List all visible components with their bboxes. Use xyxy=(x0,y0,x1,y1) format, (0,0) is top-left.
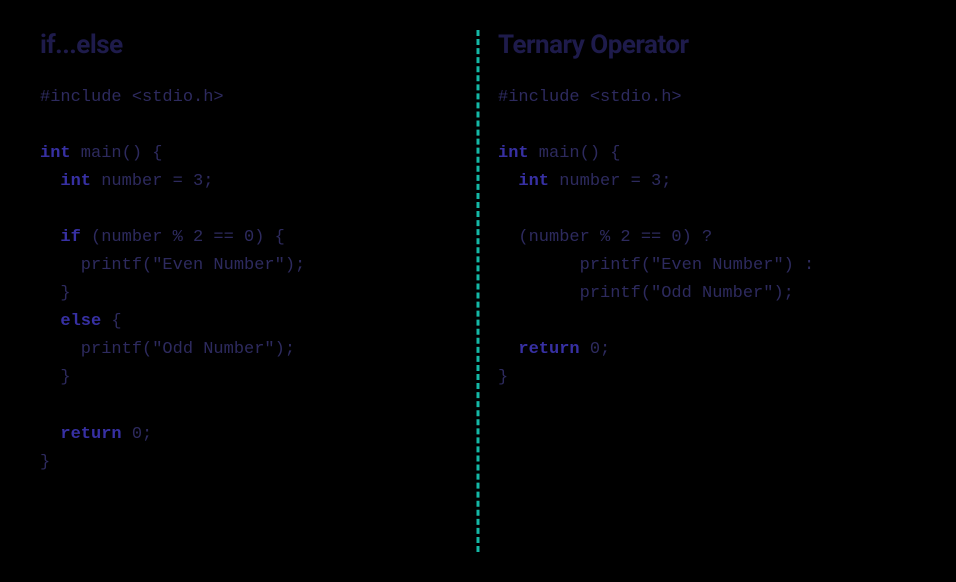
keyword-return: return xyxy=(518,340,579,359)
comparison-container: if...else #include <stdio.h> int main() … xyxy=(0,0,956,582)
code-line: #include <stdio.h> xyxy=(40,88,224,107)
keyword-if: if xyxy=(60,228,80,247)
code-indent xyxy=(40,312,60,331)
if-else-panel: if...else #include <stdio.h> int main() … xyxy=(40,30,458,552)
code-text: main() { xyxy=(71,144,163,163)
ternary-panel: Ternary Operator #include <stdio.h> int … xyxy=(458,30,916,552)
keyword-return: return xyxy=(60,425,121,444)
code-line: } xyxy=(40,368,71,387)
code-line: printf("Odd Number"); xyxy=(498,284,794,303)
keyword-int: int xyxy=(40,144,71,163)
code-line: printf("Odd Number"); xyxy=(40,340,295,359)
keyword-else: else xyxy=(60,312,101,331)
if-else-code: #include <stdio.h> int main() { int numb… xyxy=(40,84,438,477)
code-text: (number % 2 == 0) { xyxy=(81,228,285,247)
code-text: 0; xyxy=(122,425,153,444)
code-line: (number % 2 == 0) ? xyxy=(498,228,712,247)
code-text: main() { xyxy=(529,144,621,163)
code-indent xyxy=(498,172,518,191)
code-line: } xyxy=(40,453,50,472)
code-text: number = 3; xyxy=(549,172,671,191)
code-text: number = 3; xyxy=(91,172,213,191)
code-text: 0; xyxy=(580,340,611,359)
code-indent xyxy=(40,228,60,247)
code-indent xyxy=(40,172,60,191)
ternary-code: #include <stdio.h> int main() { int numb… xyxy=(498,84,896,393)
if-else-heading: if...else xyxy=(40,30,438,60)
code-line: printf("Even Number"); xyxy=(40,256,305,275)
code-indent xyxy=(498,340,518,359)
keyword-int: int xyxy=(518,172,549,191)
code-indent xyxy=(40,425,60,444)
code-line: } xyxy=(40,284,71,303)
keyword-int: int xyxy=(498,144,529,163)
code-line: #include <stdio.h> xyxy=(498,88,682,107)
code-line: printf("Even Number") : xyxy=(498,256,814,275)
keyword-int: int xyxy=(60,172,91,191)
code-line: } xyxy=(498,368,508,387)
code-text: { xyxy=(101,312,121,331)
vertical-divider xyxy=(477,30,480,552)
ternary-heading: Ternary Operator xyxy=(498,30,896,60)
